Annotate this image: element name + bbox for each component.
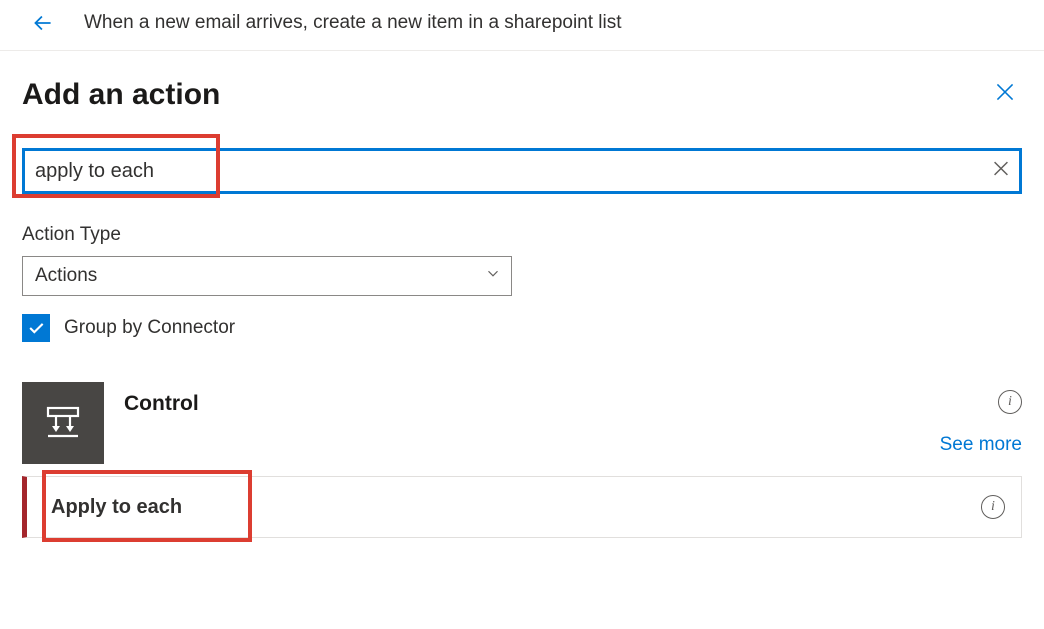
panel-header: Add an action	[22, 75, 1022, 114]
see-more-link[interactable]: See more	[940, 434, 1022, 456]
breadcrumb-title: When a new email arrives, create a new i…	[84, 12, 622, 34]
control-connector-icon[interactable]	[22, 382, 104, 464]
group-by-connector-label: Group by Connector	[64, 317, 235, 339]
panel-title: Add an action	[22, 78, 220, 112]
search-input[interactable]	[22, 148, 1022, 194]
info-icon[interactable]: i	[998, 390, 1022, 414]
info-icon[interactable]: i	[981, 495, 1005, 519]
action-type-selected: Actions	[22, 256, 512, 296]
group-by-connector-checkbox[interactable]	[22, 314, 50, 342]
back-arrow-icon[interactable]	[30, 10, 56, 36]
search-row	[22, 148, 1022, 194]
action-item-label: Apply to each	[51, 496, 981, 519]
clear-search-icon[interactable]	[990, 158, 1012, 185]
action-item-wrap: Apply to each i	[22, 476, 1022, 538]
connector-name: Control	[124, 382, 920, 416]
action-type-label: Action Type	[22, 224, 1022, 246]
top-bar: When a new email arrives, create a new i…	[0, 0, 1044, 51]
close-icon[interactable]	[988, 75, 1022, 114]
group-by-connector-row: Group by Connector	[22, 314, 1022, 342]
add-action-panel: Add an action Action Type Actions Group …	[0, 51, 1044, 538]
action-type-select[interactable]: Actions	[22, 256, 512, 296]
action-item-apply-to-each[interactable]: Apply to each i	[22, 476, 1022, 538]
connector-side-col: i See more	[940, 382, 1022, 456]
connector-row: Control i See more	[22, 382, 1022, 464]
